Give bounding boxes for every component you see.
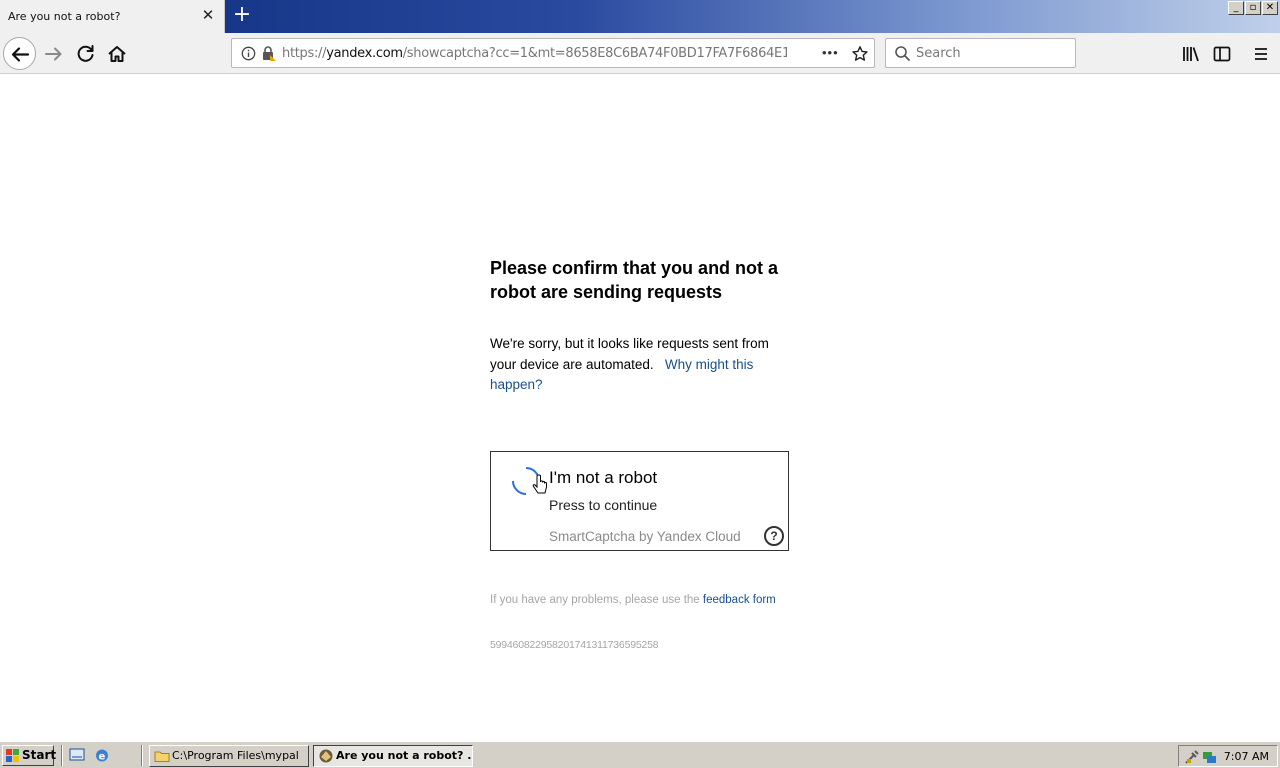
tab-title: Are you not a robot?	[8, 10, 121, 23]
mypal-browser-icon	[319, 749, 333, 763]
clock: 7:07 AM	[1223, 750, 1269, 763]
menu-button[interactable]	[1249, 42, 1273, 66]
sidebar-icon	[1213, 46, 1231, 62]
taskbar-item-browser[interactable]: Are you not a robot? ...	[313, 745, 473, 767]
internet-explorer-icon[interactable]: e	[94, 747, 110, 763]
start-label: Start	[22, 748, 57, 762]
taskbar-item-label: Are you not a robot? ...	[336, 749, 473, 762]
bookmark-star-icon[interactable]	[851, 45, 869, 63]
reload-button[interactable]	[74, 42, 98, 66]
new-tab-button[interactable]: +	[230, 4, 254, 28]
show-desktop-icon[interactable]	[69, 747, 85, 763]
reload-icon	[77, 45, 94, 62]
sidebar-button[interactable]	[1210, 42, 1234, 66]
home-button[interactable]	[105, 42, 129, 66]
taskbar-separator	[141, 745, 143, 766]
feedback-form-link[interactable]: feedback form	[703, 594, 776, 606]
close-window-button[interactable]: ✕	[1262, 1, 1278, 15]
tray-tools-icon[interactable]	[1184, 749, 1200, 765]
svg-text:e: e	[99, 752, 106, 763]
browser-tab[interactable]: Are you not a robot? ✕	[0, 0, 225, 33]
tray-network-icon[interactable]	[1201, 749, 1217, 765]
search-icon	[895, 46, 910, 61]
window-controls: _ ▫ ✕	[1228, 1, 1278, 15]
back-button[interactable]	[3, 37, 36, 70]
page-title: Please confirm that you and not a robot …	[490, 258, 779, 302]
home-icon	[108, 46, 126, 62]
title-bar: Are you not a robot? ✕ + _ ▫ ✕	[0, 0, 1280, 33]
windows-taskbar: Start e C:\Program Files\mypal Are you n…	[0, 741, 1280, 768]
start-button[interactable]: Start	[2, 745, 57, 766]
captcha-checkbox-widget[interactable]: I'm not a robot Press to continue SmartC…	[490, 451, 789, 551]
folder-icon	[154, 751, 170, 762]
tab-close-icon[interactable]: ✕	[198, 6, 218, 26]
back-arrow-icon	[11, 47, 30, 62]
page-description: We're sorry, but it looks like requests …	[490, 334, 792, 396]
navigation-toolbar: https://yandex.com/showcaptcha?cc=1&mt=8…	[0, 33, 1280, 74]
maximize-button[interactable]: ▫	[1245, 1, 1261, 15]
feedback-text: If you have any problems, please use the	[490, 594, 700, 606]
page-actions-icon[interactable]: •••	[822, 45, 839, 60]
search-placeholder: Search	[916, 46, 961, 61]
url-text[interactable]: https://yandex.com/showcaptcha?cc=1&mt=8…	[282, 46, 787, 61]
library-button[interactable]	[1179, 42, 1203, 66]
captcha-page: Please confirm that you and not a robot …	[490, 256, 800, 396]
url-scheme: https://	[282, 46, 327, 61]
search-box[interactable]: Search	[885, 38, 1076, 68]
windows-logo-icon	[6, 749, 19, 762]
minimize-button[interactable]: _	[1228, 1, 1244, 15]
forward-button[interactable]	[42, 42, 66, 66]
url-host: yandex.com	[326, 46, 403, 61]
feedback-note: If you have any problems, please use the…	[490, 592, 790, 608]
hamburger-menu-icon	[1255, 48, 1267, 60]
hand-pointer-cursor-icon	[532, 474, 547, 494]
captcha-subtitle: Press to continue	[549, 497, 658, 513]
url-path: /showcaptcha?cc=1&mt=8658E8C6BA74F0BD17F…	[402, 46, 787, 61]
library-icon	[1183, 47, 1199, 62]
request-id: 599460822958201741311736595258	[490, 639, 659, 651]
captcha-title: I'm not a robot	[549, 468, 658, 487]
forward-arrow-icon	[45, 47, 62, 61]
info-icon[interactable]	[241, 46, 256, 61]
system-tray: 7:07 AM	[1178, 745, 1278, 767]
address-bar[interactable]: https://yandex.com/showcaptcha?cc=1&mt=8…	[231, 38, 875, 68]
taskbar-item-explorer[interactable]: C:\Program Files\mypal	[149, 745, 309, 767]
insecure-lock-icon[interactable]	[261, 45, 277, 62]
taskbar-item-label: C:\Program Files\mypal	[172, 749, 299, 762]
captcha-brand: SmartCaptcha by Yandex Cloud	[549, 529, 741, 544]
captcha-help-icon[interactable]: ?	[764, 526, 784, 546]
taskbar-separator	[61, 745, 63, 766]
